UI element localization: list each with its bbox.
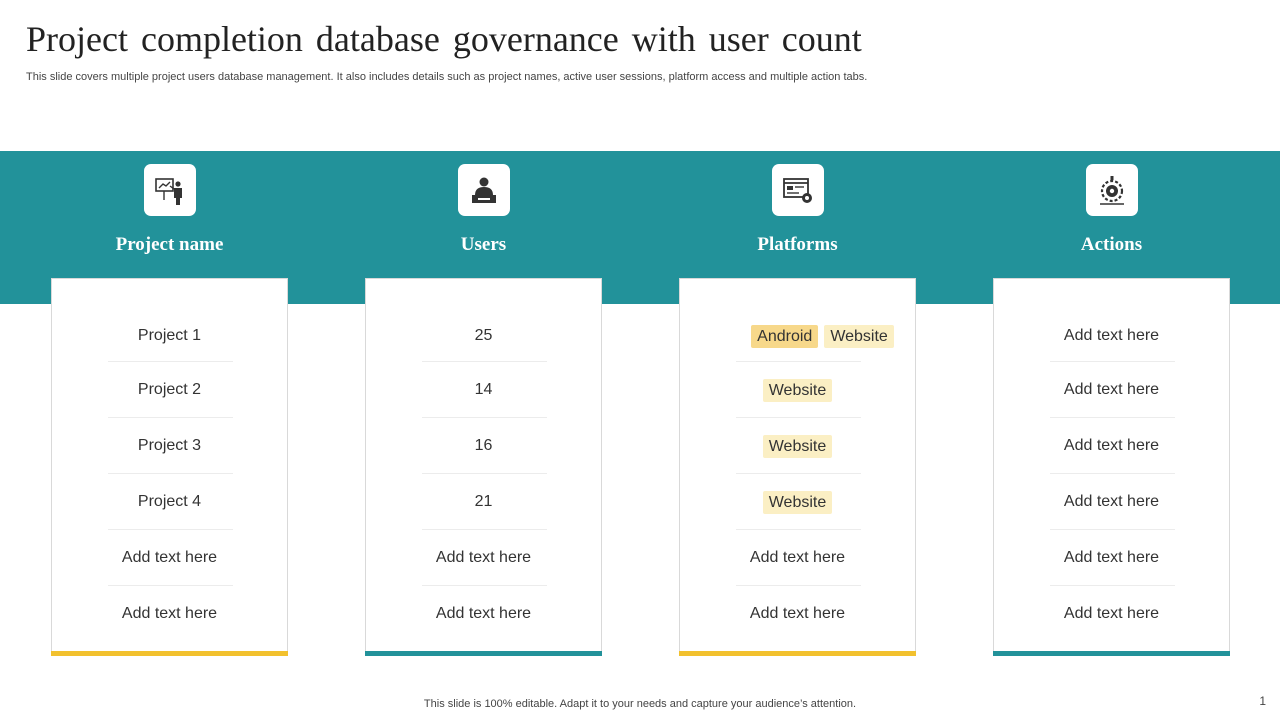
table-cell: Add text here [121,605,218,622]
table-cell: Add text here [994,530,1229,586]
card-accent-bar [679,651,916,656]
table-cell: Add text here [680,530,915,586]
column-actions: Actions Add text here Add text here Add … [993,151,1230,656]
browser-settings-icon [771,164,824,216]
column-platforms: Platforms Android Website Website Websit… [679,151,916,656]
column-title: Actions [1080,234,1143,255]
table-cell: Project 1 [52,310,287,362]
platform-tag: Website [824,324,894,348]
platform-cell: Android Website [680,310,915,362]
column-card: 25 14 16 21 Add text here Add text here [365,278,602,656]
card-accent-bar [365,651,602,656]
platform-tag: Website [762,378,833,402]
platform-cell: Website [680,418,915,474]
platform-tag: Android [751,324,819,348]
slide-subtitle: This slide covers multiple project users… [26,71,868,83]
table-cell: 14 [366,362,601,418]
card-accent-bar [51,651,288,656]
column-card: Project 1 Project 2 Project 3 Project 4 … [51,278,288,656]
table-cell: Add text here [1063,605,1160,622]
table-cell: Add text here [994,418,1229,474]
column-title: Platforms [757,234,838,255]
column-card: Add text here Add text here Add text her… [993,278,1230,656]
platform-tag: Website [762,434,833,458]
column-title: Project name [115,234,224,255]
table-cell: 25 [366,310,601,362]
table-cell: 16 [366,418,601,474]
platform-tag: Website [762,490,833,514]
page-number: 1 [1259,694,1266,708]
column-title: Users [460,234,507,255]
platform-cell: Website [680,474,915,530]
column-card: Android Website Website Website Website … [679,278,916,656]
column-users: Users 25 14 16 21 Add text here Add text… [365,151,602,656]
table-cell: 21 [366,474,601,530]
table-cell: Project 2 [52,362,287,418]
slide-title: Project completion database governance w… [26,19,862,59]
table-cell: Add text here [366,530,601,586]
table-cell: Add text here [994,474,1229,530]
user-icon [457,164,510,216]
table-cell: Add text here [994,362,1229,418]
column-project-name: Project name Project 1 Project 2 Project… [51,151,288,656]
table-cell: Project 3 [52,418,287,474]
slide-footer: This slide is 100% editable. Adapt it to… [423,698,857,710]
card-accent-bar [993,651,1230,656]
table-cell: Add text here [749,605,846,622]
table-cell: Add text here [994,310,1229,362]
platform-cell: Website [680,362,915,418]
presentation-icon [143,164,196,216]
table-cell: Project 4 [52,474,287,530]
table-cell: Add text here [52,530,287,586]
table-cell: Add text here [435,605,532,622]
gear-target-icon [1085,164,1138,216]
